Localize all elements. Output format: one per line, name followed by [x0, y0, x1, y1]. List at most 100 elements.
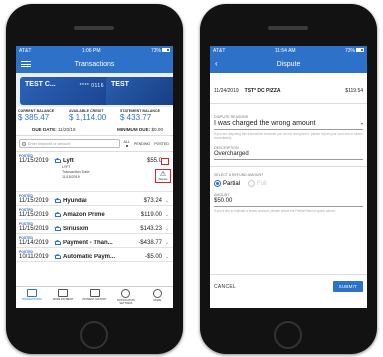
payment-icon	[58, 289, 69, 297]
tab-label: TRANSACTIONS	[21, 298, 42, 301]
tab-label: MORE	[153, 299, 162, 302]
tab-transactions[interactable]: TRANSACTIONS	[16, 287, 47, 308]
minimum-due-value: $0.00	[151, 127, 164, 132]
radio-partial[interactable]: Partial	[214, 180, 240, 187]
balances: CURRENT BALANCE $ 385.47 AVAILABLE CREDI…	[16, 107, 173, 122]
chevron-down-icon[interactable]: ⌄	[164, 254, 170, 260]
reason-select[interactable]: I was charged the wrong amount ▾	[214, 119, 363, 130]
transaction-row[interactable]: POSTED 11/15/2019 Lyft $55.0 LYFT Transa…	[16, 152, 173, 192]
card-test-2[interactable]: TEST	[106, 77, 173, 105]
reason-value: I was charged the wrong amount	[214, 120, 316, 127]
tx-date: 10/11/2019	[19, 253, 49, 260]
minimum-due: MINIMUM DUE: $0.00	[117, 127, 163, 132]
bank-icon	[54, 226, 61, 231]
transaction-row[interactable]: POSTED 11/15/2019 Siriusxm $143.23 ⌄	[16, 220, 173, 234]
page-title: Transactions	[74, 60, 115, 68]
submit-button[interactable]: SUBMIT	[332, 281, 363, 292]
refund-label: SELECT A REFUND AMOUNT	[214, 173, 264, 177]
tx-amount: $119.54	[345, 88, 363, 94]
transaction-row[interactable]: POSTED 11/15/2019 Hyundai $73.24 ⌄	[16, 192, 173, 206]
available-credit: AVAILABLE CREDIT $ 1,114.00	[69, 109, 120, 122]
status-bar: AT&T 1:06 PM 73%	[16, 46, 173, 55]
tx-merchant: TST* DC PIZZA	[244, 88, 281, 94]
clock: 1:06 PM	[81, 47, 101, 54]
chevron-down-icon[interactable]: ⌄	[164, 226, 170, 232]
transaction-row[interactable]: POSTED 10/11/2019 Automatic Paym... -$5.…	[16, 248, 173, 262]
transaction-row[interactable]: POSTED 11/15/2019 Amazon Prime $119.00 ⌄	[16, 206, 173, 220]
radio-unselected-icon	[248, 180, 256, 187]
card-name: TEST	[111, 81, 129, 88]
more-icon	[152, 289, 162, 298]
bank-icon	[54, 158, 61, 163]
home-button[interactable]	[80, 321, 108, 349]
radio-label: Partial	[223, 180, 241, 187]
dispute-screen: AT&T 11:54 AM 73% ‹ Dispute 11/24/2019 T…	[210, 46, 367, 308]
tx-date: 11/15/2019	[19, 157, 49, 164]
filter-pending[interactable]: PENDING	[133, 142, 151, 146]
chevron-down-icon: ▾	[360, 121, 363, 126]
bank-icon	[54, 198, 61, 203]
dispute-form: DISPUTE REASONS I was charged the wrong …	[210, 104, 367, 213]
battery-icon	[355, 48, 364, 53]
tx-date: 11/24/2019	[214, 88, 239, 94]
tab-make-payment[interactable]: MAKE PAYMENT	[47, 287, 78, 308]
tab-label: MAKE PAYMENT	[52, 298, 74, 301]
filter-row: Enter keyword or amount ALL PENDING POST…	[16, 136, 173, 152]
current-balance: CURRENT BALANCE $ 385.47	[18, 109, 69, 122]
card-carousel[interactable]: TEST C... **** 0116 TEST	[16, 73, 173, 107]
chevron-down-icon[interactable]: ⌄	[164, 198, 170, 204]
tx-amount: $55.0	[146, 157, 162, 164]
dispute-button[interactable]: ⚠ Dispute	[155, 169, 171, 183]
search-input[interactable]: Enter keyword or amount	[19, 139, 121, 148]
tx-merchant: Siriusxm	[63, 225, 89, 232]
carrier: AT&T	[213, 47, 226, 54]
due-date: DUE DATE: 11/20/19	[32, 127, 76, 132]
filter-posted[interactable]: POSTED	[153, 142, 170, 146]
amount-help: If you'd like to indicate a lesser amoun…	[214, 209, 336, 213]
balance-value: $ 433.77	[120, 113, 152, 122]
dispute-label: Dispute	[158, 178, 168, 181]
tx-amount: $73.24	[143, 197, 162, 204]
description-field[interactable]: Overcharged	[214, 150, 363, 160]
filter-all[interactable]: ALL	[122, 140, 130, 147]
speaker	[268, 26, 308, 30]
reason-help: If you are disputing this transaction be…	[214, 132, 363, 140]
radio-selected-icon	[214, 180, 221, 187]
tab-payment-history[interactable]: PAYMENT HISTORY	[79, 287, 110, 308]
bottom-tab-bar: TRANSACTIONS MAKE PAYMENT PAYMENT HISTOR…	[16, 286, 173, 308]
tx-amount: -$438.77	[138, 239, 162, 246]
amount-field[interactable]: $50.00	[214, 197, 363, 207]
card-test[interactable]: TEST C... **** 0116	[20, 77, 110, 105]
selected-dot	[125, 145, 128, 147]
speaker	[74, 26, 114, 30]
tx-amount: $119.00	[140, 211, 162, 218]
home-button[interactable]	[274, 321, 302, 349]
radio-full[interactable]: Full	[248, 180, 267, 187]
transaction-row[interactable]: POSTED 11/14/2019 Payment - Than... -$43…	[16, 234, 173, 248]
chevron-down-icon[interactable]: ⌄	[164, 212, 170, 218]
menu-icon[interactable]	[21, 61, 31, 67]
bank-icon	[54, 212, 61, 217]
page-title: Dispute	[276, 60, 301, 68]
tx-merchant: Lyft	[63, 157, 74, 164]
card-name: TEST C...	[25, 81, 56, 88]
card-number: **** 0116	[79, 83, 104, 89]
minimum-due-label: MINIMUM DUE:	[117, 127, 151, 132]
nav-bar: Transactions	[16, 55, 173, 73]
cancel-button[interactable]: CANCEL	[214, 284, 236, 290]
balance-value: $ 1,114.00	[69, 113, 107, 122]
tx-merchant: Payment - Than...	[63, 239, 113, 246]
tab-notification-settings[interactable]: NOTIFICATION SETTINGS	[110, 287, 141, 308]
search-placeholder: Enter keyword or amount	[28, 141, 71, 146]
tx-detail-date: 11/15/2019	[62, 174, 80, 179]
tx-amount: $143.23	[140, 225, 162, 232]
warning-icon: ⚠	[159, 171, 167, 178]
search-icon	[22, 141, 26, 146]
tab-more[interactable]: MORE	[142, 287, 173, 308]
collapse-button[interactable]	[161, 158, 169, 165]
bank-icon	[54, 254, 61, 259]
tx-date: 11/15/2019	[19, 211, 49, 218]
battery-icon	[162, 48, 170, 53]
chevron-down-icon[interactable]: ⌄	[164, 240, 170, 246]
back-icon[interactable]: ‹	[215, 59, 218, 68]
